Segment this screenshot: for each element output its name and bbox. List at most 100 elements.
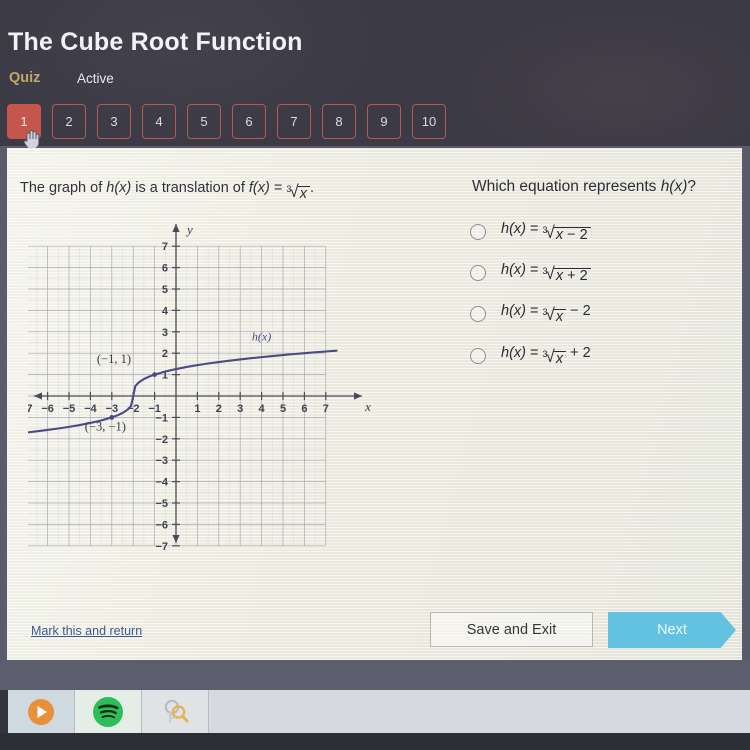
svg-text:x: x xyxy=(364,399,371,414)
svg-text:3: 3 xyxy=(237,403,243,415)
option-text-opt-b: h(x) = 3 √ x + 2 xyxy=(501,262,591,284)
graph-point-0 xyxy=(152,372,157,377)
question-button-10[interactable]: 10 xyxy=(412,104,446,139)
media-play-icon xyxy=(28,698,54,725)
question-button-5[interactable]: 5 xyxy=(187,104,221,139)
question-text-tail: ? xyxy=(687,178,697,195)
taskbar-left-edge xyxy=(0,690,8,733)
svg-text:3: 3 xyxy=(162,327,168,339)
radical-sign-icon-opt-a: √ xyxy=(545,223,555,242)
taskbar-item-spotify[interactable] xyxy=(75,690,142,733)
answer-option-opt-b[interactable]: h(x) = 3 √ x + 2 xyxy=(470,262,591,284)
radical-sign-icon: √ xyxy=(289,182,299,201)
svg-text:−2: −2 xyxy=(155,434,168,446)
question-button-4[interactable]: 4 xyxy=(142,104,176,139)
question-button-7[interactable]: 7 xyxy=(277,104,311,139)
quiz-label: Quiz xyxy=(9,70,41,86)
option-text-opt-c: h(x) = 3 √ x − 2 xyxy=(501,303,591,325)
option-text-opt-a: h(x) = 3 √ x − 2 xyxy=(501,221,591,243)
svg-text:−5: −5 xyxy=(63,403,76,415)
option-equals-opt-b: = xyxy=(525,262,543,278)
question-button-2[interactable]: 2 xyxy=(52,104,86,139)
radio-button-opt-a[interactable] xyxy=(470,224,486,240)
prompt-middle: is a translation of xyxy=(131,180,249,196)
option-lhs-opt-d: h(x) xyxy=(501,345,526,361)
radio-button-opt-b[interactable] xyxy=(470,265,486,281)
radicand-opt-d: x xyxy=(553,351,567,367)
question-text-lead: Which equation represents xyxy=(472,178,661,195)
svg-text:2: 2 xyxy=(162,348,168,360)
spotify-icon xyxy=(93,696,123,727)
svg-text:5: 5 xyxy=(280,403,286,415)
radio-button-opt-d[interactable] xyxy=(470,348,486,364)
taskbar-empty-area xyxy=(209,690,750,733)
graph-svg: −7−6−5−4−3−2−112345677654321−1−2−3−4−5−6… xyxy=(14,222,371,553)
svg-text:−3: −3 xyxy=(155,455,168,467)
graph-point-label-1: (−3, −1) xyxy=(85,420,126,434)
save-and-exit-button[interactable]: Save and Exit xyxy=(430,612,593,647)
key-search-icon xyxy=(164,699,189,723)
desktop-background-strip xyxy=(0,660,750,690)
desktop-screen: The Cube Root Function Quiz Active 12345… xyxy=(0,0,750,750)
option-outside-term-opt-d: + 2 xyxy=(566,345,591,361)
mark-this-and-return-link[interactable]: Mark this and return xyxy=(31,624,142,638)
option-outside-term-opt-c: − 2 xyxy=(566,303,591,319)
radicand-opt-c: x xyxy=(553,309,567,325)
svg-text:6: 6 xyxy=(162,263,168,275)
svg-text:4: 4 xyxy=(259,403,266,415)
answer-option-opt-c[interactable]: h(x) = 3 √ x − 2 xyxy=(470,303,591,325)
radicand-opt-b: x + 2 xyxy=(553,268,591,284)
desktop-bottom-strip xyxy=(0,733,750,750)
prompt-cube-root: 3 √ x xyxy=(286,182,310,202)
prompt-prefix: The graph of xyxy=(20,180,107,196)
radical-sign-icon-opt-b: √ xyxy=(545,264,555,283)
question-number-nav: 1 2 3 4 5 6 7 8 9 10 xyxy=(7,104,446,139)
svg-text:2: 2 xyxy=(216,403,222,415)
answer-option-opt-d[interactable]: h(x) = 3 √ x + 2 xyxy=(470,345,591,367)
prompt-suffix: . xyxy=(309,180,315,196)
question-button-8[interactable]: 8 xyxy=(322,104,356,139)
problem-statement: The graph of h(x) is a translation of f(… xyxy=(20,180,314,202)
svg-text:−7: −7 xyxy=(28,403,32,415)
page-title: The Cube Root Function xyxy=(8,28,303,56)
question-button-3[interactable]: 3 xyxy=(97,104,131,139)
option-cube-root-opt-b: 3 √ x + 2 xyxy=(543,264,591,284)
option-lhs-opt-b: h(x) xyxy=(501,262,526,278)
axis-tick-labels: −7−6−5−4−3−2−112345677654321−1−2−3−4−5−6… xyxy=(20,241,329,553)
svg-text:−4: −4 xyxy=(84,403,97,415)
taskbar-item-media-play[interactable] xyxy=(8,690,75,733)
curve-label-hx: h(x) xyxy=(252,329,271,343)
option-cube-root-opt-a: 3 √ x − 2 xyxy=(543,223,591,243)
svg-text:−6: −6 xyxy=(155,519,168,531)
question-button-1[interactable]: 1 xyxy=(7,104,41,139)
question-button-9[interactable]: 9 xyxy=(367,104,401,139)
prompt-equals: = xyxy=(269,180,287,196)
next-button[interactable]: Next xyxy=(608,612,736,648)
svg-text:−5: −5 xyxy=(155,498,168,510)
option-cube-root-opt-d: 3 √ x xyxy=(543,348,567,367)
svg-text:−1: −1 xyxy=(155,412,168,424)
radicand-opt-a: x − 2 xyxy=(553,227,591,243)
cube-root-graph: −7−6−5−4−3−2−112345677654321−1−2−3−4−5−6… xyxy=(14,218,376,553)
svg-text:6: 6 xyxy=(301,403,307,415)
taskbar-item-key-search[interactable] xyxy=(142,690,209,733)
prompt-fx: f(x) xyxy=(248,180,270,196)
axes xyxy=(34,224,362,543)
radical-sign-icon-opt-c: √ xyxy=(545,305,555,324)
quiz-header: The Cube Root Function Quiz Active 12345… xyxy=(0,0,750,150)
prompt-radicand: x xyxy=(297,186,310,202)
option-text-opt-d: h(x) = 3 √ x + 2 xyxy=(501,345,591,367)
svg-text:−7: −7 xyxy=(155,541,168,553)
curve-hx xyxy=(14,349,338,435)
option-cube-root-opt-c: 3 √ x xyxy=(543,305,567,325)
question-button-6[interactable]: 6 xyxy=(232,104,266,139)
svg-text:−3: −3 xyxy=(106,403,119,415)
answer-option-opt-a[interactable]: h(x) = 3 √ x − 2 xyxy=(470,221,591,243)
svg-text:−6: −6 xyxy=(41,403,54,415)
option-equals-opt-d: = xyxy=(525,345,543,361)
svg-text:7: 7 xyxy=(323,403,329,415)
svg-text:y: y xyxy=(185,222,193,237)
radio-button-opt-c[interactable] xyxy=(470,306,486,322)
svg-text:5: 5 xyxy=(162,284,168,296)
quiz-status-label: Active xyxy=(77,71,114,86)
